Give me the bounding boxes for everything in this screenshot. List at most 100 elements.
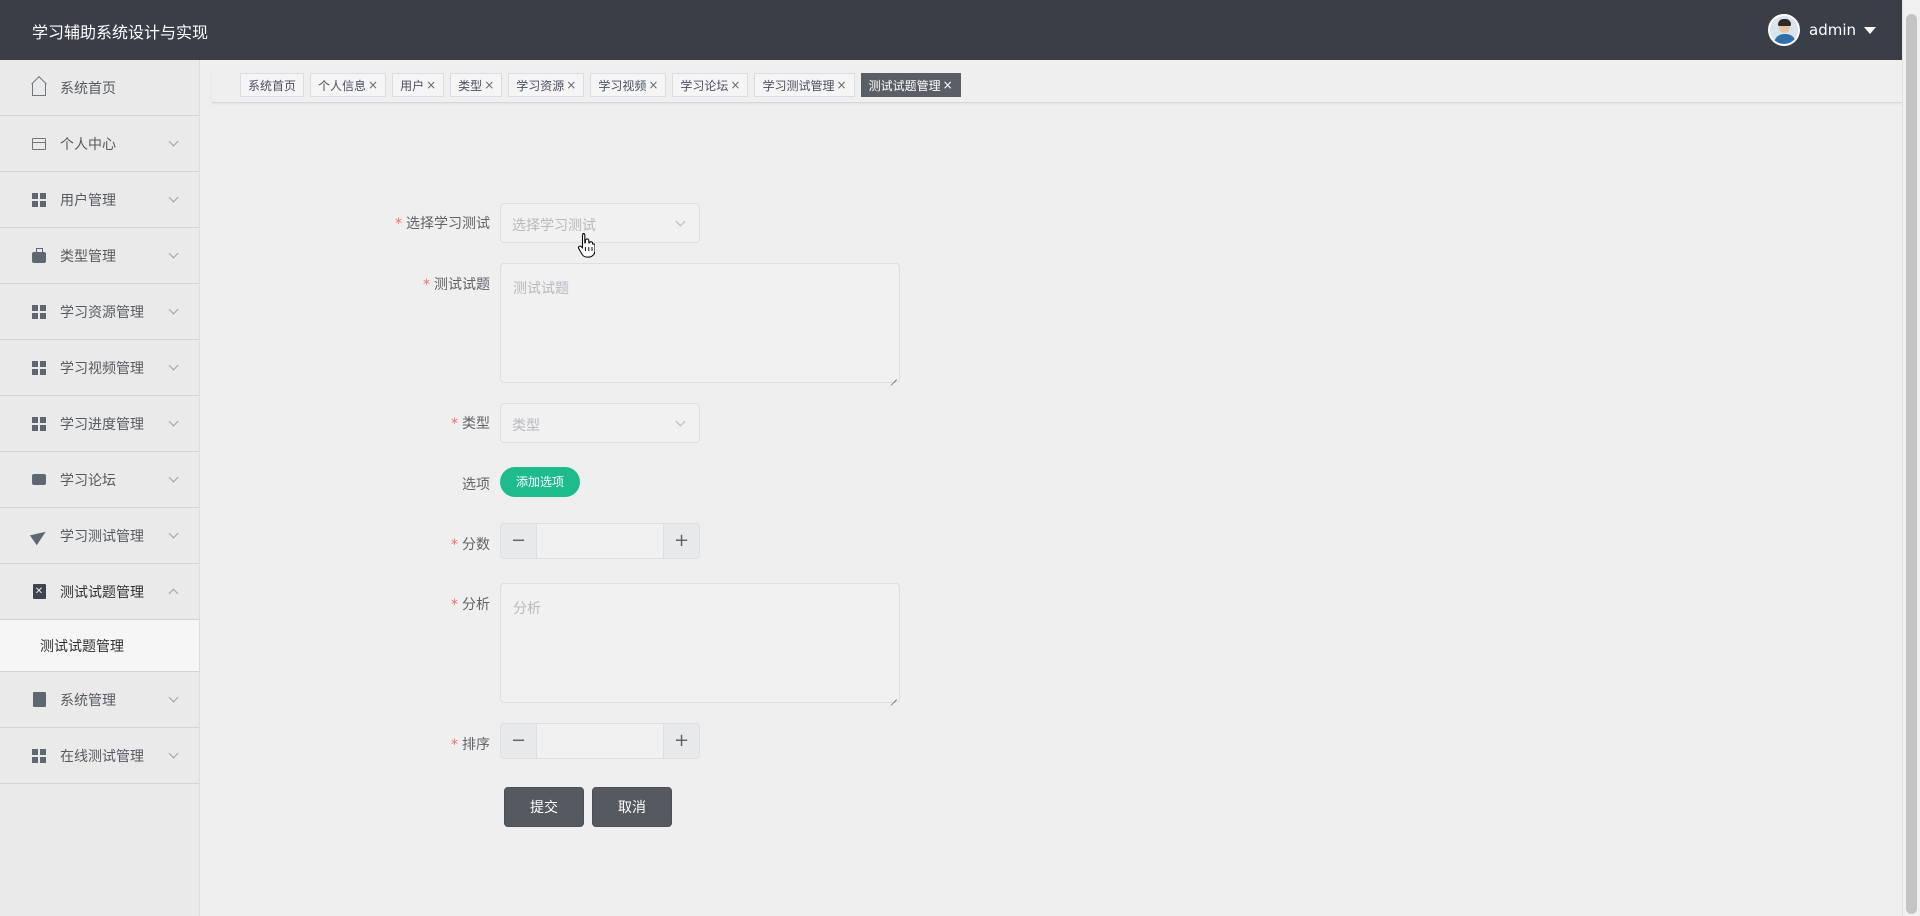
- test-select[interactable]: 选择学习测试: [500, 203, 700, 243]
- submenu-item-question-management[interactable]: 测试试题管理: [0, 620, 199, 672]
- home-icon: [32, 81, 46, 96]
- sidebar-item-label: 测试试题管理: [60, 584, 144, 601]
- caret-down-icon[interactable]: [1864, 26, 1876, 34]
- add-option-button[interactable]: 添加选项: [500, 467, 580, 497]
- tab-test-management[interactable]: 学习测试管理 ×: [754, 73, 855, 97]
- tab-videos[interactable]: 学习视频 ×: [590, 73, 667, 97]
- score-stepper[interactable]: − +: [500, 523, 700, 559]
- chat-icon: [32, 469, 46, 487]
- close-icon[interactable]: ×: [730, 78, 740, 92]
- sidebar-item-label: 系统管理: [60, 692, 116, 709]
- close-icon[interactable]: ×: [484, 78, 494, 92]
- textarea-placeholder: 分析: [513, 601, 541, 617]
- clipboard-x-icon: ✕: [32, 584, 46, 599]
- chevron-down-icon: [168, 360, 179, 371]
- decrease-button[interactable]: −: [501, 724, 537, 758]
- type-label: * 类型: [451, 416, 490, 432]
- sidebar-item-label: 类型管理: [60, 248, 116, 265]
- close-icon[interactable]: ×: [368, 78, 378, 92]
- chevron-down-icon: [168, 136, 179, 147]
- sidebar-item-label: 个人中心: [60, 136, 116, 153]
- grid-icon: [32, 416, 46, 431]
- chevron-down-icon: [675, 416, 686, 427]
- decrease-button[interactable]: −: [501, 524, 537, 558]
- type-select[interactable]: 类型: [500, 403, 700, 443]
- tab-users[interactable]: 用户 ×: [392, 73, 445, 97]
- sidebar-item-resource-management[interactable]: 学习资源管理: [0, 284, 199, 340]
- sidebar-item-progress-management[interactable]: 学习进度管理: [0, 396, 199, 452]
- increase-button[interactable]: +: [663, 724, 699, 758]
- resize-handle-icon[interactable]: [889, 372, 897, 380]
- sort-stepper[interactable]: − +: [500, 723, 700, 759]
- grid-icon: [32, 304, 46, 319]
- chevron-down-icon: [168, 192, 179, 203]
- sort-label: * 排序: [451, 737, 490, 753]
- sidebar-item-video-management[interactable]: 学习视频管理: [0, 340, 199, 396]
- tab-question-management[interactable]: 测试试题管理 ×: [860, 73, 961, 97]
- analysis-textarea[interactable]: 分析: [500, 583, 900, 703]
- tab-label: 测试试题管理: [868, 78, 941, 93]
- sidebar-item-home[interactable]: 系统首页: [0, 60, 199, 116]
- sidebar-item-user-management[interactable]: 用户管理: [0, 172, 199, 228]
- chevron-down-icon: [168, 748, 179, 759]
- sidebar-item-personal-center[interactable]: 个人中心: [0, 116, 199, 172]
- sidebar-item-question-management[interactable]: ✕ 测试试题管理: [0, 564, 199, 620]
- page-scrollbar[interactable]: [1902, 0, 1920, 916]
- close-icon[interactable]: ×: [426, 78, 436, 92]
- increase-button[interactable]: +: [663, 524, 699, 558]
- app-title: 学习辅助系统设计与实现: [32, 23, 209, 42]
- briefcase-icon: [32, 247, 46, 263]
- sidebar-item-test-management[interactable]: 学习测试管理: [0, 508, 199, 564]
- grid-icon: [32, 192, 46, 207]
- avatar[interactable]: [1768, 14, 1800, 46]
- tab-label: 类型: [458, 78, 483, 93]
- scrollbar-thumb[interactable]: [1906, 14, 1917, 914]
- chevron-down-icon: [168, 528, 179, 539]
- tab-label: 系统首页: [248, 78, 297, 93]
- resize-handle-icon[interactable]: [889, 692, 897, 700]
- grid-icon: [32, 360, 46, 375]
- score-label: * 分数: [451, 537, 490, 553]
- send-icon: [29, 526, 49, 545]
- chevron-down-icon: [675, 216, 686, 227]
- sidebar-item-forum[interactable]: 学习论坛: [0, 452, 199, 508]
- sidebar-item-label: 学习进度管理: [60, 416, 144, 433]
- sidebar-item-system-management[interactable]: 系统管理: [0, 672, 199, 728]
- tab-resources[interactable]: 学习资源 ×: [508, 73, 585, 97]
- username[interactable]: admin: [1809, 21, 1856, 39]
- tab-label: 学习视频: [598, 78, 647, 93]
- textarea-placeholder: 测试试题: [513, 281, 569, 297]
- chevron-down-icon: [168, 304, 179, 315]
- tab-personal-info[interactable]: 个人信息 ×: [310, 73, 387, 97]
- chevron-down-icon: [168, 248, 179, 259]
- tab-forum[interactable]: 学习论坛 ×: [672, 73, 749, 97]
- tab-label: 个人信息: [318, 78, 367, 93]
- tab-types[interactable]: 类型 ×: [450, 73, 503, 97]
- close-icon[interactable]: ×: [837, 78, 847, 92]
- close-icon[interactable]: ×: [943, 78, 953, 92]
- tab-home[interactable]: 系统首页: [240, 73, 305, 97]
- tab-list: 系统首页 个人信息 × 用户 × 类型 × 学习资源 × 学习视频 × 学习论坛 × 学习测…: [240, 73, 967, 97]
- sidebar-item-type-management[interactable]: 类型管理: [0, 228, 199, 284]
- sidebar-item-label: 在线测试管理: [60, 748, 144, 765]
- hand-cursor-icon: [577, 232, 595, 258]
- sidebar-item-online-test-management[interactable]: 在线测试管理: [0, 728, 199, 784]
- sidebar-item-label: 学习测试管理: [60, 528, 144, 545]
- options-label: 选项: [462, 477, 490, 493]
- question-textarea[interactable]: 测试试题: [500, 263, 900, 383]
- clipboard-check-icon: [32, 692, 46, 707]
- sidebar-item-label: 用户管理: [60, 192, 116, 209]
- grid-icon: [32, 748, 46, 763]
- tab-label: 学习论坛: [680, 78, 729, 93]
- submit-button[interactable]: 提交: [504, 787, 584, 827]
- cancel-button[interactable]: 取消: [592, 787, 672, 827]
- close-icon[interactable]: ×: [566, 78, 576, 92]
- close-icon[interactable]: ×: [648, 78, 658, 92]
- question-label: * 测试试题: [423, 277, 490, 293]
- wallet-icon: [32, 137, 46, 151]
- user-menu[interactable]: admin: [1768, 14, 1876, 46]
- sidebar-item-label: 学习视频管理: [60, 360, 144, 377]
- tab-label: 学习资源: [516, 78, 565, 93]
- chevron-down-icon: [168, 416, 179, 427]
- tab-label: 用户: [400, 78, 425, 93]
